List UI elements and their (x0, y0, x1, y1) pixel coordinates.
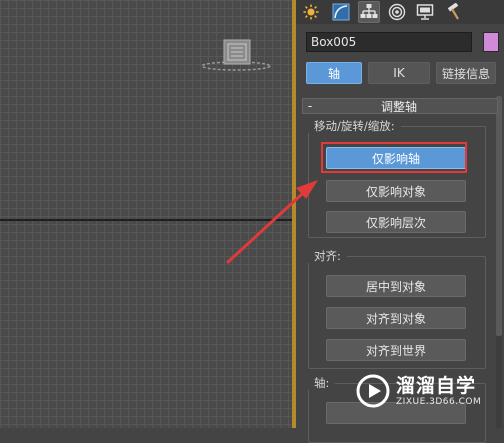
align-to-world-button[interactable]: 对齐到世界 (326, 339, 466, 361)
create-icon (303, 4, 319, 20)
hierarchy-tab[interactable] (358, 1, 380, 23)
viewcube-icon[interactable] (200, 36, 272, 76)
object-name-field[interactable] (306, 32, 472, 52)
alignment-label: 对齐: (308, 249, 347, 263)
link-info-button[interactable]: 链接信息 (436, 62, 496, 84)
rollout-title: 调整轴 (380, 99, 417, 114)
center-to-object-button[interactable]: 居中到对象 (326, 275, 466, 297)
affect-hierarchy-only-button[interactable]: 仅影响层次 (326, 211, 466, 233)
ik-mode-button[interactable]: IK (368, 62, 430, 84)
hierarchy-icon (360, 4, 378, 18)
utilities-tab[interactable] (442, 1, 464, 23)
adjust-pivot-rollout-header[interactable]: - 调整轴 (302, 98, 498, 114)
modify-icon (332, 3, 350, 21)
panel-scrollbar-thumb[interactable] (496, 96, 502, 336)
watermark-logo-icon (356, 374, 390, 408)
affect-object-only-button[interactable]: 仅影响对象 (326, 180, 466, 202)
command-panel-tabs (296, 0, 504, 24)
align-to-object-button[interactable]: 对齐到对象 (326, 307, 466, 329)
move-rotate-scale-label: 移动/旋转/缩放: (308, 119, 401, 133)
rollout-collapse-toggle[interactable]: - (303, 99, 317, 113)
object-color-swatch[interactable] (483, 32, 499, 52)
motion-tab[interactable] (386, 1, 408, 23)
viewport[interactable] (0, 0, 292, 428)
display-tab[interactable] (414, 1, 436, 23)
command-panel: 轴 IK 链接信息 - 调整轴 移动/旋转/缩放: 仅影响轴 仅影响对象 仅影响… (296, 0, 504, 443)
pivot-mode-button[interactable]: 轴 (306, 62, 362, 84)
highlight-annotation-box (321, 142, 467, 173)
utilities-icon (447, 3, 459, 20)
watermark-title: 溜溜自学 (396, 375, 477, 397)
pivot-group-label: 轴: (308, 376, 336, 390)
modify-tab[interactable] (330, 1, 352, 23)
create-tab[interactable] (300, 1, 322, 23)
viewport-axis-line (0, 219, 292, 221)
watermark-subtitle: ZIXUE.3D66.COM (396, 397, 482, 407)
display-icon (416, 4, 434, 20)
watermark: 溜溜自学 ZIXUE.3D66.COM (356, 366, 496, 416)
motion-icon (388, 3, 406, 21)
